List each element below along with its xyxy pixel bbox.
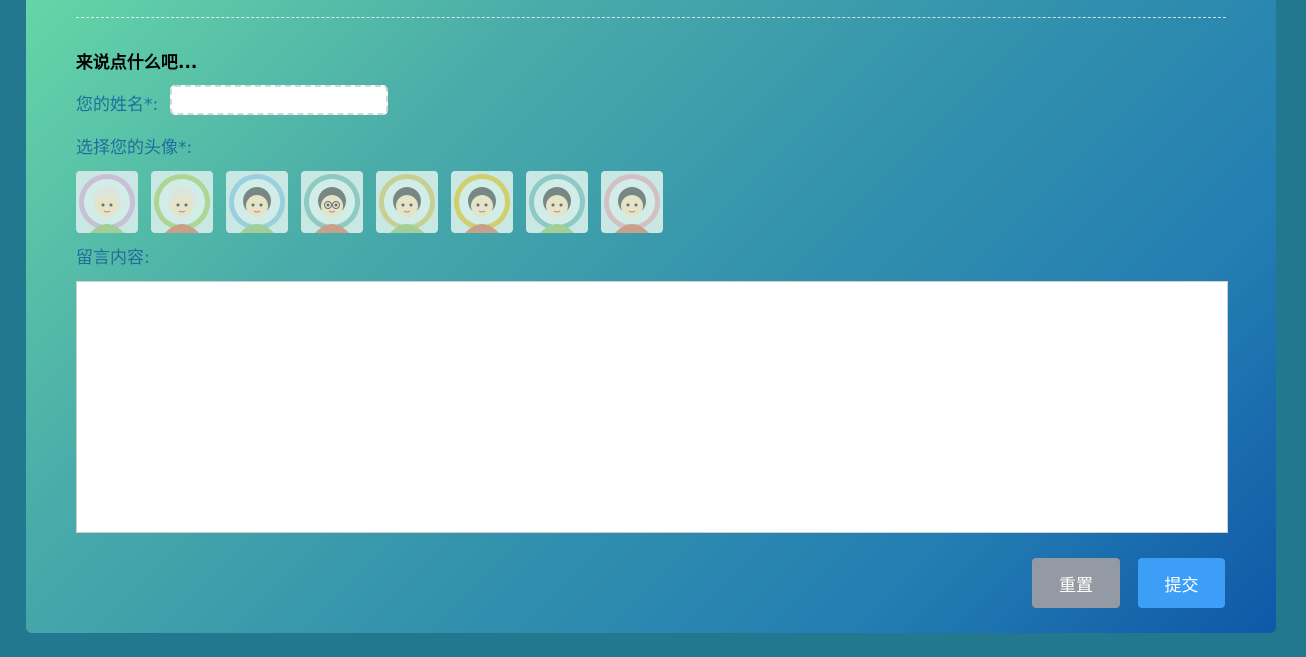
guestbook-panel: 来说点什么吧... 您的姓名*: 选择您的头像*: 留言内容: 重置 提交: [26, 0, 1276, 633]
avatar-label: 选择您的头像*:: [76, 138, 193, 158]
avatar-4[interactable]: [301, 171, 363, 233]
avatar-3[interactable]: [226, 171, 288, 233]
message-label: 留言内容:: [76, 248, 150, 268]
name-label: 您的姓名*:: [76, 95, 159, 115]
avatar-picker: [76, 171, 663, 233]
avatar-5[interactable]: [376, 171, 438, 233]
avatar-4-icon: [301, 171, 363, 233]
avatar-2-icon: [151, 171, 213, 233]
avatar-5-icon: [376, 171, 438, 233]
reset-button[interactable]: 重置: [1032, 558, 1120, 608]
avatar-7-icon: [526, 171, 588, 233]
avatar-6-icon: [451, 171, 513, 233]
avatar-6[interactable]: [451, 171, 513, 233]
avatar-8[interactable]: [601, 171, 663, 233]
section-divider: [76, 17, 1226, 18]
avatar-2[interactable]: [151, 171, 213, 233]
form-heading: 来说点什么吧...: [76, 53, 198, 73]
name-input[interactable]: [170, 85, 388, 115]
avatar-8-icon: [601, 171, 663, 233]
submit-button[interactable]: 提交: [1138, 558, 1225, 608]
message-textarea[interactable]: [76, 281, 1228, 533]
avatar-1-icon: [76, 171, 138, 233]
avatar-7[interactable]: [526, 171, 588, 233]
avatar-1[interactable]: [76, 171, 138, 233]
avatar-3-icon: [226, 171, 288, 233]
